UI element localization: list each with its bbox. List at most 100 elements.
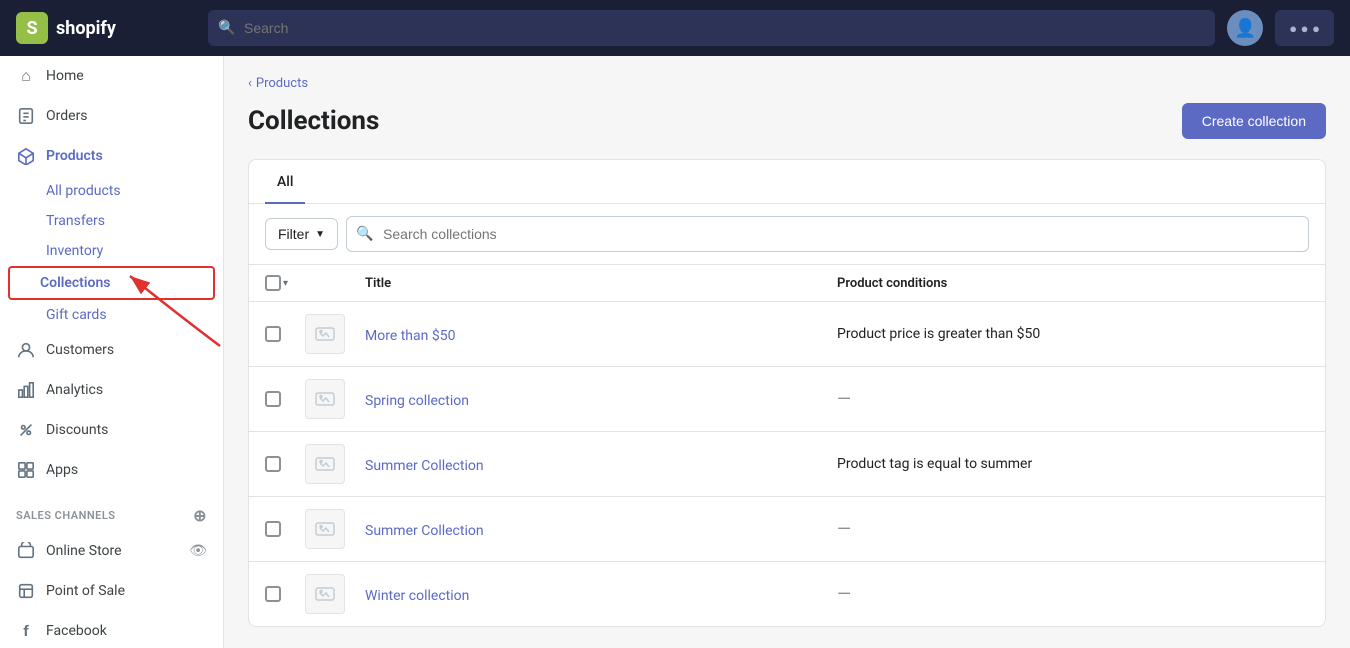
checkbox-dropdown-arrow[interactable]: ▾ xyxy=(283,278,288,289)
logo: S shopify xyxy=(16,12,196,44)
collection-condition-3: — xyxy=(837,519,1309,540)
point-of-sale-icon xyxy=(16,581,36,601)
collection-link-4[interactable]: Winter collection xyxy=(365,588,469,604)
collection-link-2[interactable]: Summer Collection xyxy=(365,458,484,474)
collection-thumb-3 xyxy=(305,509,345,549)
sidebar: ⌂ Home Orders Products All products Tran… xyxy=(0,56,224,648)
col-header-title: Title xyxy=(365,276,837,291)
collection-link-3[interactable]: Summer Collection xyxy=(365,523,484,539)
avatar[interactable]: 👤 xyxy=(1227,10,1263,46)
sidebar-item-point-of-sale[interactable]: Point of Sale xyxy=(0,571,223,611)
row-checkbox-2[interactable] xyxy=(265,456,281,472)
analytics-icon xyxy=(16,380,36,400)
discounts-icon xyxy=(16,420,36,440)
sidebar-label-online-store: Online Store xyxy=(46,543,122,559)
global-search-input[interactable] xyxy=(208,10,1215,46)
sidebar-item-discounts[interactable]: Discounts xyxy=(0,410,223,450)
search-collections-icon: 🔍 xyxy=(356,226,373,242)
table-row: Winter collection — xyxy=(249,562,1325,626)
sidebar-sublabel-gift-cards: Gift cards xyxy=(46,307,107,323)
sidebar-sub-gift-cards[interactable]: Gift cards xyxy=(0,300,223,330)
breadcrumb[interactable]: ‹ Products xyxy=(248,76,1326,91)
filter-bar: Filter ▼ 🔍 xyxy=(249,204,1325,265)
sidebar-sub-inventory[interactable]: Inventory xyxy=(0,236,223,266)
sidebar-sub-all-products[interactable]: All products xyxy=(0,176,223,206)
row-checkbox-0[interactable] xyxy=(265,326,281,342)
breadcrumb-chevron: ‹ xyxy=(248,76,252,91)
table-row: Spring collection — xyxy=(249,367,1325,432)
sidebar-label-facebook: Facebook xyxy=(46,623,107,639)
online-store-eye-icon: 👁 xyxy=(189,543,207,559)
sidebar-sub-collections[interactable]: Collections xyxy=(8,266,215,300)
row-checkbox-1[interactable] xyxy=(265,391,281,407)
table-header: ▾ Title Product conditions xyxy=(249,265,1325,302)
col-header-conditions: Product conditions xyxy=(837,276,1309,291)
row-checkbox-3[interactable] xyxy=(265,521,281,537)
topnav-menu-button[interactable]: ● ● ● xyxy=(1275,10,1334,46)
facebook-icon: f xyxy=(16,621,36,641)
search-wrapper: 🔍 xyxy=(208,10,1215,46)
sidebar-item-orders[interactable]: Orders xyxy=(0,96,223,136)
orders-icon xyxy=(16,106,36,126)
collection-thumb-4 xyxy=(305,574,345,614)
sales-channels-label: SALES CHANNELS xyxy=(16,509,116,522)
customers-icon xyxy=(16,340,36,360)
create-collection-button[interactable]: Create collection xyxy=(1182,103,1326,139)
sidebar-item-online-store[interactable]: Online Store 👁 xyxy=(0,531,223,571)
sidebar-label-point-of-sale: Point of Sale xyxy=(46,583,125,599)
sidebar-sublabel-inventory: Inventory xyxy=(46,243,103,259)
sidebar-label-analytics: Analytics xyxy=(46,382,103,398)
checkbox-all-box[interactable] xyxy=(265,275,281,291)
search-collections-wrapper: 🔍 xyxy=(346,216,1309,252)
sidebar-label-apps: Apps xyxy=(46,462,78,478)
search-icon: 🔍 xyxy=(218,20,235,36)
sidebar-label-orders: Orders xyxy=(46,108,88,124)
page-header: Collections Create collection xyxy=(248,103,1326,139)
sidebar-item-home[interactable]: ⌂ Home xyxy=(0,56,223,96)
online-store-icon xyxy=(16,541,36,561)
row-checkbox-4[interactable] xyxy=(265,586,281,602)
search-collections-input[interactable] xyxy=(346,216,1309,252)
sidebar-sublabel-all-products: All products xyxy=(46,183,121,199)
select-all-checkbox[interactable]: ▾ xyxy=(265,275,305,291)
collection-condition-4: — xyxy=(837,584,1309,605)
sidebar-sub-transfers[interactable]: Transfers xyxy=(0,206,223,236)
sidebar-item-facebook[interactable]: f Facebook xyxy=(0,611,223,648)
tab-all[interactable]: All xyxy=(265,160,305,204)
sidebar-label-home: Home xyxy=(46,68,84,84)
collection-thumb-2 xyxy=(305,444,345,484)
sidebar-label-discounts: Discounts xyxy=(46,422,108,438)
table-row: Summer Collection Product tag is equal t… xyxy=(249,432,1325,497)
products-icon xyxy=(16,146,36,166)
sidebar-sublabel-collections: Collections xyxy=(40,275,110,291)
topnav: S shopify 🔍 👤 ● ● ● xyxy=(0,0,1350,56)
filter-button[interactable]: Filter ▼ xyxy=(265,218,338,250)
collection-condition-0: Product price is greater than $50 xyxy=(837,326,1309,342)
sales-channels-section: SALES CHANNELS ⊕ xyxy=(0,490,223,531)
logo-text: shopify xyxy=(56,18,116,39)
filter-label: Filter xyxy=(278,226,309,242)
table-row: Summer Collection — xyxy=(249,497,1325,562)
sidebar-item-products[interactable]: Products xyxy=(0,136,223,176)
main-layout: ⌂ Home Orders Products All products Tran… xyxy=(0,56,1350,648)
table-row: More than $50 Product price is greater t… xyxy=(249,302,1325,367)
home-icon: ⌂ xyxy=(16,66,36,86)
sidebar-item-customers[interactable]: Customers xyxy=(0,330,223,370)
avatar-icon: 👤 xyxy=(1234,18,1256,39)
sidebar-label-products: Products xyxy=(46,148,103,164)
collection-condition-2: Product tag is equal to summer xyxy=(837,456,1309,472)
collection-link-1[interactable]: Spring collection xyxy=(365,393,469,409)
sidebar-item-analytics[interactable]: Analytics xyxy=(0,370,223,410)
collections-card: All Filter ▼ 🔍 ▾ Title xyxy=(248,159,1326,627)
add-sales-channel-icon[interactable]: ⊕ xyxy=(193,506,207,525)
collection-link-0[interactable]: More than $50 xyxy=(365,328,455,344)
sidebar-sublabel-transfers: Transfers xyxy=(46,213,105,229)
tabs-bar: All xyxy=(249,160,1325,204)
shopify-logo-icon: S xyxy=(16,12,48,44)
apps-icon xyxy=(16,460,36,480)
sidebar-item-apps[interactable]: Apps xyxy=(0,450,223,490)
breadcrumb-text: Products xyxy=(256,76,308,91)
filter-chevron-icon: ▼ xyxy=(315,229,325,240)
page-title: Collections xyxy=(248,106,379,136)
collection-thumb-1 xyxy=(305,379,345,419)
